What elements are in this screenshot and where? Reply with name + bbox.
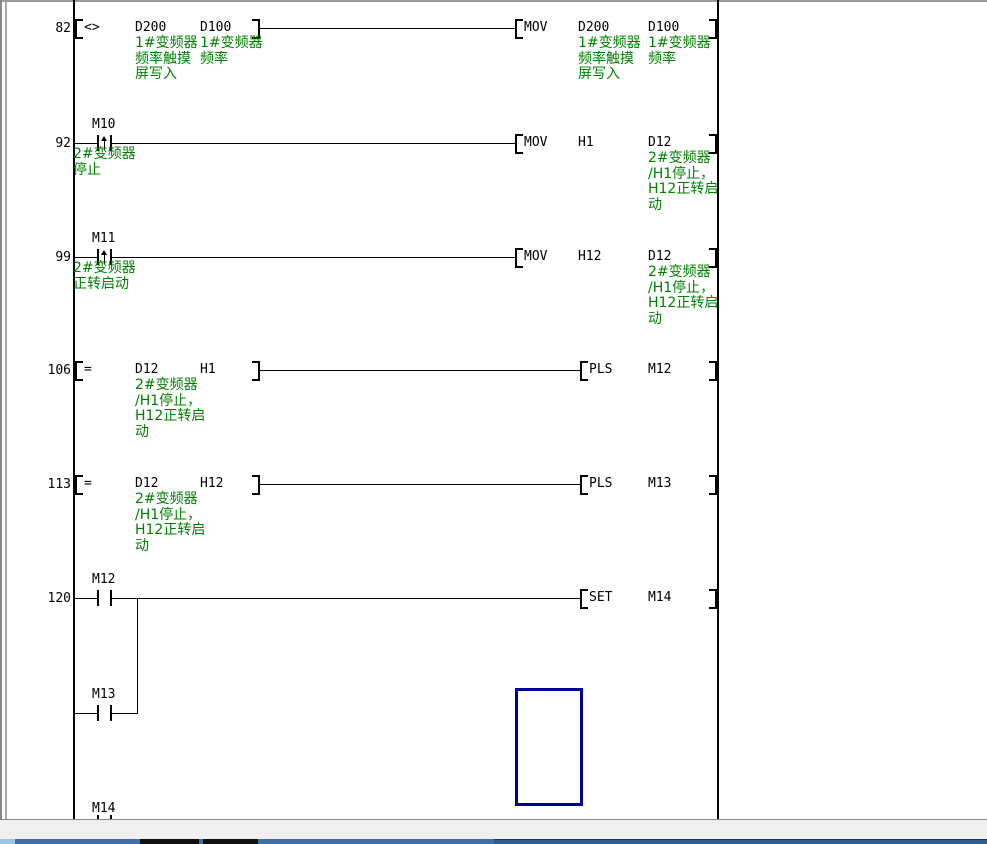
device-address[interactable]: M12 [648,362,671,377]
wire [112,257,515,258]
taskbar-button[interactable] [140,839,199,844]
wire [112,598,580,599]
instruction-mnemonic[interactable]: SET [589,590,612,605]
instruction-open-bracket [515,248,523,268]
device-comment: 2#变频器/H1停止，H12正转启动 [135,378,205,440]
wire [112,143,515,144]
ladder-editor-window: 82 <> D200 D100 MOV D200 D100 1#变频器频率触摸屏… [0,0,987,844]
wire [112,713,138,714]
device-address[interactable]: H12 [200,476,223,491]
instruction-close-bracket [709,475,717,495]
device-address[interactable]: D100 [200,20,231,35]
pane-divider-line [5,2,7,819]
contact-label: M11 [92,231,115,246]
wire [75,713,97,714]
taskbar-strip [0,839,987,844]
wire [75,598,97,599]
step-number: 120 [0,591,71,606]
compare-operator[interactable]: <> [84,20,100,35]
window-top-border [0,0,987,2]
right-power-rail [717,0,719,819]
compare-close-bracket [252,475,260,495]
instruction-mnemonic[interactable]: MOV [524,249,547,264]
device-comment: 1#变频器频率 [648,36,711,67]
wire [260,28,515,29]
device-address[interactable]: H12 [578,249,601,264]
device-address[interactable]: M13 [648,476,671,491]
instruction-open-bracket [580,475,588,495]
device-address[interactable]: D200 [135,20,166,35]
device-comment: 1#变频器频率触摸屏写入 [135,36,198,83]
device-address[interactable]: D100 [648,20,679,35]
device-comment: 2#变频器/H1停止，H12正转启动 [648,265,718,327]
instruction-open-bracket [515,19,523,39]
compare-close-bracket [252,361,260,381]
left-power-rail [73,0,75,819]
instruction-mnemonic[interactable]: PLS [589,362,612,377]
compare-operator[interactable]: = [84,362,92,377]
device-address[interactable]: D12 [648,249,671,264]
taskbar-tray-segment[interactable] [494,839,987,844]
contact-comment: 2#变频器正转启动 [73,261,136,292]
taskbar-start-segment[interactable] [0,839,15,844]
contact-label: M13 [92,687,115,702]
edit-cursor[interactable] [515,688,583,806]
horizontal-scrollbar-area[interactable] [0,819,987,839]
taskbar-button[interactable] [203,839,258,844]
no-contact[interactable] [97,705,99,721]
taskbar-button[interactable] [15,839,140,844]
device-address[interactable]: D200 [578,20,609,35]
step-number: 92 [0,136,71,151]
instruction-mnemonic[interactable]: PLS [589,476,612,491]
step-number: 99 [0,250,71,265]
contact-comment: 2#变频器停止 [73,147,136,178]
contact-label: M10 [92,117,115,132]
device-comment: 1#变频器频率触摸屏写入 [578,36,641,83]
instruction-mnemonic[interactable]: MOV [524,20,547,35]
device-address[interactable]: D12 [135,476,158,491]
contact-label: M12 [92,572,115,587]
instruction-open-bracket [580,589,588,609]
compare-open-bracket [75,475,83,495]
instruction-open-bracket [580,361,588,381]
step-number: 113 [0,477,71,492]
compare-open-bracket [75,361,83,381]
compare-open-bracket [75,19,83,39]
instruction-open-bracket [515,134,523,154]
instruction-mnemonic[interactable]: MOV [524,135,547,150]
step-number: 106 [0,363,71,378]
device-comment: 2#变频器/H1停止，H12正转启动 [648,151,718,213]
branch-wire [137,598,138,714]
compare-operator[interactable]: = [84,476,92,491]
taskbar-button[interactable] [258,839,494,844]
contact-label: M14 [92,801,115,816]
device-comment: 2#变频器/H1停止，H12正转启动 [135,492,205,554]
device-address[interactable]: H1 [578,135,594,150]
window-left-border [0,0,2,839]
device-address[interactable]: H1 [200,362,216,377]
wire [75,257,97,258]
device-address[interactable]: D12 [648,135,671,150]
device-comment: 1#变频器频率 [200,36,263,67]
no-contact[interactable] [97,590,99,606]
wire [75,143,97,144]
wire [260,484,580,485]
device-address[interactable]: D12 [135,362,158,377]
device-address[interactable]: M14 [648,590,671,605]
instruction-close-bracket [709,589,717,609]
instruction-close-bracket [709,361,717,381]
step-number: 82 [0,21,71,36]
wire [260,370,580,371]
